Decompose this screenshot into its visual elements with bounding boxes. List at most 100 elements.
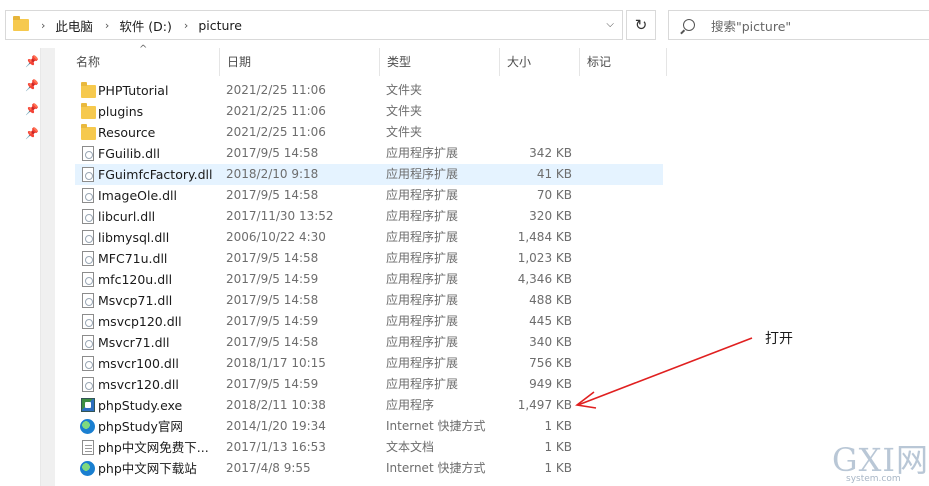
file-date: 2017/4/8 9:55 <box>226 461 311 475</box>
file-type: 应用程序扩展 <box>386 188 459 202</box>
folder-icon <box>81 103 96 119</box>
dll-file-icon <box>82 251 94 266</box>
file-row[interactable]: libmysql.dll 2006/10/22 4:30 应用程序扩展 1,484 K… <box>75 227 663 248</box>
navigation-scrollbar[interactable] <box>40 48 55 486</box>
file-size <box>498 101 572 122</box>
dll-file-icon <box>82 209 94 224</box>
chevron-right-icon[interactable]: › <box>105 19 109 32</box>
chevron-right-icon[interactable]: › <box>184 19 188 32</box>
file-name: mfc120u.dll <box>98 272 173 287</box>
file-size: 445 KB <box>529 314 572 328</box>
file-size: 1 KB <box>544 461 572 475</box>
navigation-pane: 📌 📌 📌 📌 <box>0 48 40 486</box>
breadcrumb-picture[interactable]: picture <box>198 18 242 33</box>
file-size: 340 KB <box>529 335 572 349</box>
chevron-right-icon[interactable]: › <box>41 19 45 32</box>
file-row[interactable]: Msvcp71.dll 2017/9/5 14:58 应用程序扩展 488 KB <box>75 290 663 311</box>
file-date: 2014/1/20 19:34 <box>226 419 326 433</box>
file-row[interactable]: php中文网免费下... 2017/1/13 16:53 文本文档 1 KB <box>75 437 663 458</box>
file-name: phpStudy.exe <box>98 398 183 413</box>
file-type: 应用程序扩展 <box>386 167 459 181</box>
search-box[interactable]: 搜索"picture" <box>668 10 929 40</box>
file-date: 2017/9/5 14:58 <box>226 293 319 307</box>
folder-icon <box>81 82 96 98</box>
address-bar[interactable]: › 此电脑 › 软件 (D:) › picture ⌵ <box>5 10 623 40</box>
dll-file-icon <box>82 146 94 161</box>
file-row[interactable]: plugins 2021/2/25 11:06 文件夹 <box>75 101 663 122</box>
file-size <box>498 80 572 101</box>
watermark-logo: GXI网 <box>832 441 929 479</box>
file-type: Internet 快捷方式 <box>386 419 486 433</box>
pin-icon[interactable]: 📌 <box>25 104 39 116</box>
file-row[interactable]: ImageOle.dll 2017/9/5 14:58 应用程序扩展 70 KB <box>75 185 663 206</box>
pin-icon[interactable]: 📌 <box>25 56 39 68</box>
column-header-type[interactable]: 类型 <box>379 48 499 76</box>
file-type: 应用程序扩展 <box>386 314 459 328</box>
file-row[interactable]: mfc120u.dll 2017/9/5 14:59 应用程序扩展 4,346 KB <box>75 269 663 290</box>
refresh-icon: ↻ <box>634 16 648 34</box>
dll-file-icon <box>82 230 94 245</box>
file-date: 2017/11/30 13:52 <box>226 209 334 223</box>
file-type: 应用程序扩展 <box>386 377 459 391</box>
file-type: 应用程序扩展 <box>386 335 459 349</box>
file-row[interactable]: FGuilib.dll 2017/9/5 14:58 应用程序扩展 342 KB <box>75 143 663 164</box>
file-row[interactable]: php中文网下载站 2017/4/8 9:55 Internet 快捷方式 1 KB <box>75 458 663 479</box>
search-input[interactable]: 搜索"picture" <box>711 16 791 35</box>
breadcrumb-this-pc[interactable]: 此电脑 <box>55 16 93 35</box>
file-date: 2017/9/5 14:59 <box>226 377 319 391</box>
file-row[interactable]: phpStudy.exe 2018/2/11 10:38 应用程序 1,497 KB <box>75 395 663 416</box>
search-icon <box>683 19 695 31</box>
dll-file-icon <box>82 272 94 287</box>
file-name: php中文网免费下... <box>98 440 209 455</box>
file-row[interactable]: PHPTutorial 2021/2/25 11:06 文件夹 <box>75 80 663 101</box>
file-size: 1,497 KB <box>517 398 572 412</box>
file-type: 应用程序扩展 <box>386 209 459 223</box>
file-row[interactable]: FGuimfcFactory.dll 2018/2/10 9:18 应用程序扩展 41… <box>75 164 663 185</box>
file-size: 488 KB <box>529 293 572 307</box>
refresh-button[interactable]: ↻ <box>626 10 656 40</box>
file-row[interactable]: Msvcr71.dll 2017/9/5 14:58 应用程序扩展 340 KB <box>75 332 663 353</box>
app-exe-icon <box>81 398 95 412</box>
file-row[interactable]: libcurl.dll 2017/11/30 13:52 应用程序扩展 320 KB <box>75 206 663 227</box>
file-type: 应用程序扩展 <box>386 293 459 307</box>
file-row[interactable]: Resource 2021/2/25 11:06 文件夹 <box>75 122 663 143</box>
column-header-name[interactable]: 名称 <box>69 48 219 76</box>
column-header-tags[interactable]: 标记 <box>579 48 667 76</box>
file-name: libmysql.dll <box>98 230 170 245</box>
file-name: Resource <box>98 125 156 140</box>
dll-file-icon <box>82 335 94 350</box>
file-name: msvcr100.dll <box>98 356 179 371</box>
file-date: 2021/2/25 11:06 <box>226 125 326 139</box>
pin-icon[interactable]: 📌 <box>25 128 39 140</box>
file-name: php中文网下载站 <box>98 461 197 476</box>
file-size: 1,023 KB <box>517 251 572 265</box>
file-size: 949 KB <box>529 377 572 391</box>
file-size: 4,346 KB <box>517 272 572 286</box>
dll-file-icon <box>82 293 94 308</box>
folder-icon <box>13 16 29 31</box>
pin-icon[interactable]: 📌 <box>25 80 39 92</box>
breadcrumb-drive-d[interactable]: 软件 (D:) <box>119 16 172 35</box>
file-row[interactable]: msvcr100.dll 2018/1/17 10:15 应用程序扩展 756 KB <box>75 353 663 374</box>
file-date: 2017/9/5 14:58 <box>226 146 319 160</box>
file-row[interactable]: phpStudy官网 2014/1/20 19:34 Internet 快捷方式 1 … <box>75 416 663 437</box>
column-header-size[interactable]: 大小 <box>499 48 579 76</box>
file-name: libcurl.dll <box>98 209 156 224</box>
internet-shortcut-icon <box>80 419 95 434</box>
file-date: 2018/1/17 10:15 <box>226 356 326 370</box>
column-header-date[interactable]: 日期 <box>219 48 379 76</box>
chevron-down-icon[interactable]: ⌵ <box>606 19 614 30</box>
file-row[interactable]: MFC71u.dll 2017/9/5 14:58 应用程序扩展 1,023 KB <box>75 248 663 269</box>
file-name: msvcp120.dll <box>98 314 182 329</box>
file-size: 756 KB <box>529 356 572 370</box>
file-name: Msvcr71.dll <box>98 335 170 350</box>
file-size: 320 KB <box>529 209 572 223</box>
file-type: 应用程序扩展 <box>386 272 459 286</box>
file-row[interactable]: msvcr120.dll 2017/9/5 14:59 应用程序扩展 949 KB <box>75 374 663 395</box>
file-row[interactable]: msvcp120.dll 2017/9/5 14:59 应用程序扩展 445 KB <box>75 311 663 332</box>
dll-file-icon <box>82 314 94 329</box>
file-date: 2017/9/5 14:59 <box>226 272 319 286</box>
address-toolbar: › 此电脑 › 软件 (D:) › picture ⌵ ↻ 搜索"picture… <box>0 0 929 48</box>
file-size: 1,484 KB <box>517 230 572 244</box>
file-size: 1 KB <box>544 419 572 433</box>
